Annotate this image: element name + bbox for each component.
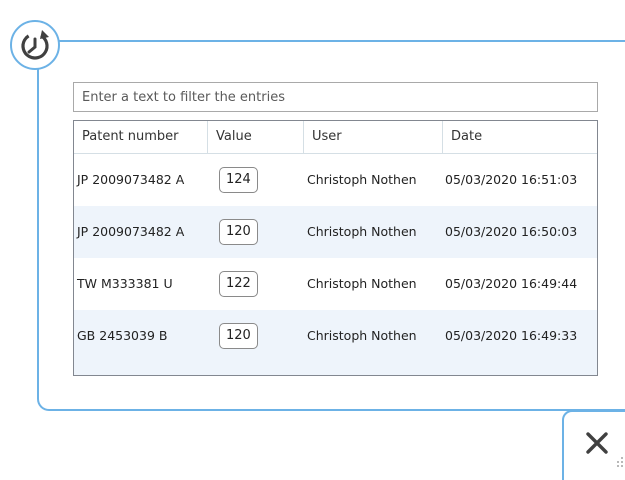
value-box[interactable]: 122 [219,271,258,297]
filter-input[interactable] [73,82,598,112]
patent-number-cell: GB 2453039 B [77,328,168,343]
date-cell: 05/03/2020 16:51:03 [445,172,578,187]
resize-grip-icon[interactable] [615,455,625,471]
column-header-value[interactable]: Value [208,121,304,153]
column-header-date[interactable]: Date [443,121,597,153]
column-header-patent-number[interactable]: Patent number [74,121,208,153]
user-cell: Christoph Nothen [307,328,417,343]
table-row[interactable]: TW M333381 U 122 Christoph Nothen 05/03/… [74,258,597,310]
history-table: Patent number Value User Date JP 2009073… [73,120,598,376]
close-icon [586,432,608,454]
user-cell: Christoph Nothen [307,276,417,291]
table-row[interactable]: GB 2453039 B 120 Christoph Nothen 05/03/… [74,310,597,362]
patent-number-cell: TW M333381 U [77,276,173,291]
user-cell: Christoph Nothen [307,172,417,187]
value-box[interactable]: 120 [219,219,258,245]
value-box[interactable]: 120 [219,323,258,349]
table-row[interactable]: JP 2009073482 A 120 Christoph Nothen 05/… [74,206,597,258]
table-header: Patent number Value User Date [74,121,597,154]
history-button[interactable] [10,20,60,70]
patent-number-cell: JP 2009073482 A [77,172,185,187]
patent-number-cell: JP 2009073482 A [77,224,185,239]
value-box[interactable]: 124 [219,167,258,193]
date-cell: 05/03/2020 16:50:03 [445,224,578,239]
column-header-user[interactable]: User [304,121,443,153]
user-cell: Christoph Nothen [307,224,417,239]
table-row[interactable]: JP 2009073482 A 124 Christoph Nothen 05/… [74,154,597,206]
date-cell: 05/03/2020 16:49:33 [445,328,578,343]
table-empty-area [74,362,597,375]
history-icon [21,30,49,60]
date-cell: 05/03/2020 16:49:44 [445,276,578,291]
